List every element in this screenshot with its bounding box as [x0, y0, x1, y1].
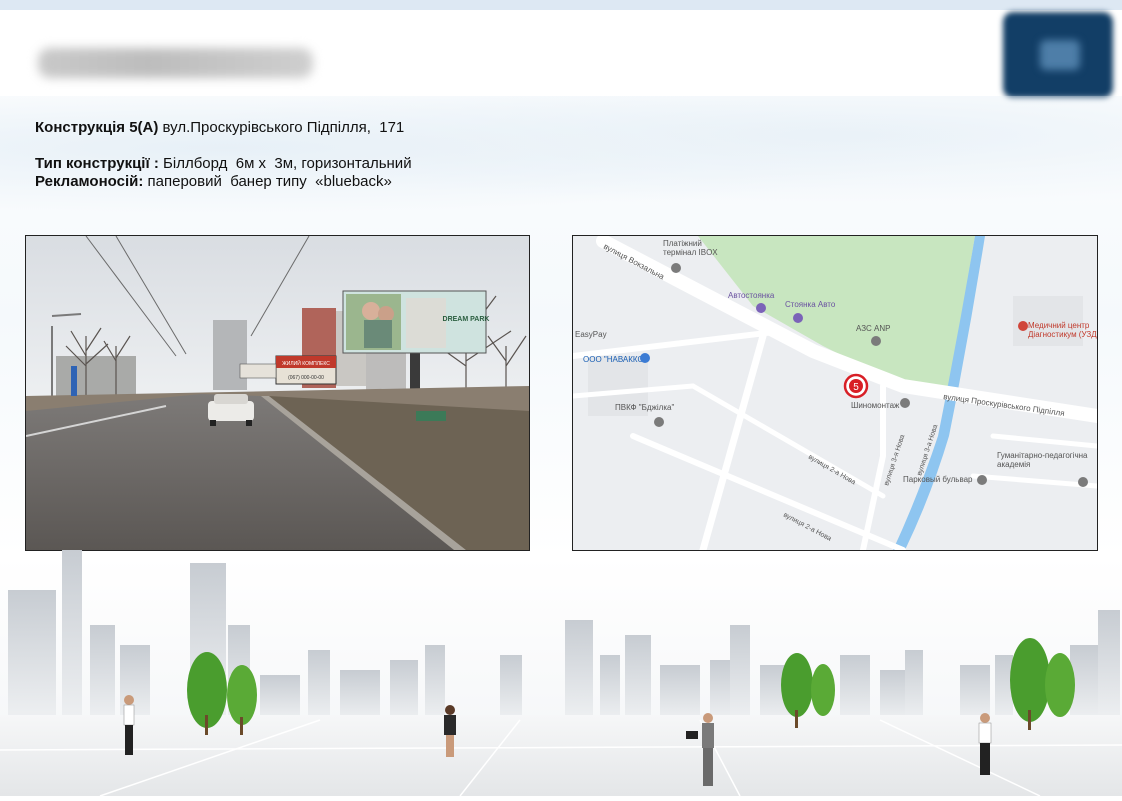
construction-address: вул.Проскурівського Підпілля, 171 [158, 119, 405, 136]
construction-label: Конструкція 5(А) [35, 119, 159, 136]
navakko-pin-icon [640, 353, 650, 363]
carrier-row: Рекламоносій: паперовий банер типу «blue… [35, 173, 412, 191]
skyline-illustration [0, 550, 1122, 797]
location-map[interactable]: вулиця Вокзальна вулиця Проскурівського … [572, 235, 1098, 551]
easypay-label: EasyPay [575, 330, 607, 339]
bdzhilka-pin-icon [654, 417, 664, 427]
type-label: Тип конструкції : [35, 155, 159, 172]
terminal-pin-icon [671, 263, 681, 273]
page-header [0, 10, 1122, 96]
carrier-label: Рекламоносій: [35, 173, 144, 190]
stoyanka-avto-label: Стоянка Авто [785, 300, 836, 309]
academy-pin-icon [1078, 477, 1088, 487]
top-accent-bar [0, 0, 1122, 10]
parkovyi-label: Парковый бульвар [903, 475, 973, 484]
carrier-value: паперовий банер типу «blueback» [143, 173, 392, 190]
azs-label: АЗС ANP [856, 324, 890, 333]
shynomontazh-pin-icon [900, 398, 910, 408]
map-illustration: вулиця Вокзальна вулиця Проскурівського … [573, 236, 1097, 550]
location-marker[interactable]: 5 [843, 373, 869, 399]
parkovyi-pin-icon [977, 475, 987, 485]
street-photo: DREAM PARK ЖИЛИЙ КОМПЛЕКС (067) 000-00-0… [25, 235, 530, 551]
type-value: Біллборд 6м х 3м, горизонтальний [158, 155, 412, 172]
billboard-brand: DREAM PARK [443, 316, 490, 323]
logo-mark-icon [1040, 40, 1080, 70]
navakko-label: ООО "НАВАККО" [583, 355, 647, 364]
construction-info: Конструкція 5(А) вул.Проскурівського Під… [35, 119, 412, 191]
tower-left [213, 320, 247, 390]
medical-pin-icon [1018, 321, 1028, 331]
autostoyanka-pin-icon [756, 303, 766, 313]
autostoyanka-label: Автостоянка [728, 291, 775, 300]
small-board-phone: (067) 000-00-00 [288, 375, 324, 381]
azs-pin-icon [871, 336, 881, 346]
city-skyline-decoration [0, 545, 1122, 797]
blurred-header-title [38, 48, 313, 78]
street-photo-illustration: DREAM PARK ЖИЛИЙ КОМПЛЕКС (067) 000-00-0… [26, 236, 529, 550]
type-row: Тип конструкції : Біллборд 6м х 3м, гори… [35, 155, 412, 173]
construction-row: Конструкція 5(А) вул.Проскурівського Під… [35, 119, 412, 137]
shynomontazh-label: Шиномонтаж [851, 401, 900, 410]
small-board-text: ЖИЛИЙ КОМПЛЕКС [282, 359, 330, 367]
stoyanka-pin-icon [793, 313, 803, 323]
medical-label: Медичний центр Діагностикум (УЗД) [1028, 321, 1097, 339]
bdzhilka-label: ПВКФ "Бджілка" [615, 403, 674, 412]
marker-number: 5 [853, 382, 859, 393]
